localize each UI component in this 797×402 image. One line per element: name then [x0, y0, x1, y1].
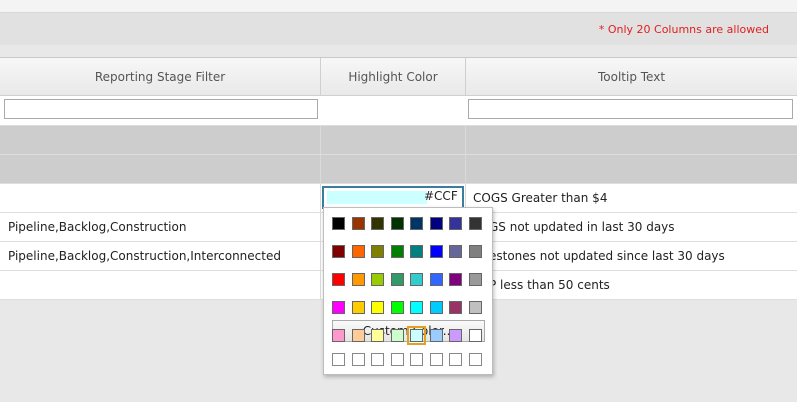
filter-tooltip-input[interactable] [468, 99, 793, 119]
color-swatch[interactable] [429, 217, 443, 230]
stage-cell: Pipeline,Backlog,Construction,Interconne… [8, 249, 281, 263]
stage-cell [8, 271, 318, 299]
color-swatch[interactable] [351, 301, 365, 314]
color-swatch[interactable] [429, 329, 443, 342]
color-swatch[interactable] [468, 273, 482, 286]
color-swatch[interactable] [410, 217, 423, 230]
color-swatch[interactable] [390, 301, 404, 314]
color-swatch[interactable] [449, 217, 462, 230]
grid-row-empty [0, 155, 797, 184]
custom-color-slot[interactable] [468, 353, 482, 366]
color-swatch[interactable] [407, 326, 426, 345]
custom-color-slot[interactable] [351, 353, 365, 366]
color-swatch[interactable] [449, 273, 462, 286]
color-swatch[interactable] [332, 329, 345, 342]
color-picker-popup: Custom Color... [323, 207, 493, 375]
color-swatch[interactable] [351, 329, 365, 342]
color-preview [327, 191, 427, 204]
color-swatch[interactable] [332, 273, 345, 286]
color-swatch[interactable] [332, 301, 345, 314]
color-swatch[interactable] [390, 329, 404, 342]
color-swatch[interactable] [410, 301, 423, 314]
tooltip-cell: estones not updated since last 30 days [489, 249, 725, 263]
custom-color-slot[interactable] [410, 353, 423, 366]
color-swatch[interactable] [332, 245, 345, 258]
color-swatch[interactable] [410, 273, 423, 286]
color-swatch[interactable] [468, 301, 482, 314]
color-swatch[interactable] [429, 301, 443, 314]
grid-row-empty [0, 126, 797, 155]
color-swatch[interactable] [390, 273, 404, 286]
color-swatch[interactable] [468, 217, 482, 230]
color-swatch[interactable] [351, 217, 365, 230]
header-tooltip-text[interactable]: Tooltip Text [466, 58, 797, 96]
filter-reporting-stage-input[interactable] [4, 99, 318, 119]
filter-row [0, 96, 797, 126]
tooltip-cell: P less than 50 cents [489, 278, 610, 292]
color-swatch[interactable] [390, 217, 404, 230]
header-highlight-color[interactable]: Highlight Color [321, 58, 466, 96]
color-swatch[interactable] [468, 329, 482, 342]
color-swatch[interactable] [449, 329, 462, 342]
tooltip-cell: GS not updated in last 30 days [489, 220, 675, 234]
custom-color-slot[interactable] [449, 353, 462, 366]
column-limit-notice: * Only 20 Columns are allowed [598, 23, 769, 36]
header-reporting-stage-filter[interactable]: Reporting Stage Filter [0, 58, 321, 96]
color-swatch[interactable] [449, 245, 462, 258]
color-swatch[interactable] [449, 301, 462, 314]
custom-color-slot[interactable] [332, 353, 345, 366]
custom-color-slot[interactable] [371, 353, 384, 366]
color-swatch[interactable] [429, 273, 443, 286]
color-swatch[interactable] [410, 245, 423, 258]
color-swatch[interactable] [371, 301, 384, 314]
color-swatch[interactable] [468, 245, 482, 258]
stage-cell [8, 184, 318, 212]
color-swatch[interactable] [351, 245, 365, 258]
color-swatch[interactable] [332, 217, 345, 230]
color-swatch[interactable] [371, 329, 384, 342]
top-strip [0, 0, 797, 13]
color-swatch[interactable] [429, 245, 443, 258]
highlight-color-input[interactable]: #CCF [322, 186, 464, 209]
custom-color-slot[interactable] [429, 353, 443, 366]
color-swatch[interactable] [390, 245, 404, 258]
color-swatch[interactable] [371, 273, 384, 286]
notice-bar: * Only 20 Columns are allowed [0, 13, 797, 45]
tooltip-cell: COGS Greater than $4 [473, 191, 608, 205]
color-swatch[interactable] [371, 245, 384, 258]
stage-cell: Pipeline,Backlog,Construction [8, 220, 187, 234]
custom-color-slot[interactable] [390, 353, 404, 366]
color-swatch[interactable] [371, 217, 384, 230]
color-swatch[interactable] [351, 273, 365, 286]
color-value: #CCF [424, 189, 458, 203]
